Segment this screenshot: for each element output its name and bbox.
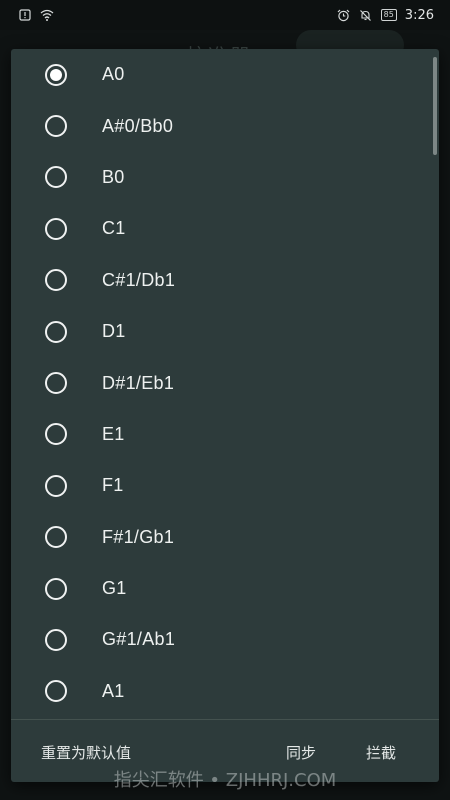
note-option-label: A#0/Bb0: [102, 115, 174, 136]
radio-unchecked-icon[interactable]: [45, 166, 67, 189]
alert-icon: [18, 8, 32, 22]
note-option[interactable]: C#1/Db1: [11, 255, 439, 306]
note-option-label: F1: [102, 475, 124, 496]
note-option[interactable]: A#0/Bb0: [11, 100, 439, 151]
radio-unchecked-icon[interactable]: [45, 526, 67, 549]
block-button[interactable]: 拦截: [366, 742, 396, 763]
radio-unchecked-icon[interactable]: [45, 115, 67, 138]
note-option[interactable]: D#1/Eb1: [11, 357, 439, 408]
note-option-label: G1: [102, 578, 127, 599]
wifi-icon: [40, 8, 54, 22]
note-option[interactable]: A0: [11, 49, 439, 100]
mute-icon: [359, 8, 373, 22]
note-option[interactable]: G#1/Ab1: [11, 614, 439, 665]
radio-unchecked-icon[interactable]: [45, 423, 67, 446]
note-option-label: G#1/Ab1: [102, 629, 176, 650]
note-option[interactable]: D1: [11, 306, 439, 357]
note-option-label: C#1/Db1: [102, 269, 176, 290]
watermark: 指尖汇软件 • ZJHHRJ.COM: [113, 770, 337, 791]
battery-icon: 85: [380, 9, 397, 21]
radio-unchecked-icon[interactable]: [45, 577, 67, 600]
status-bar: 85 3:26: [0, 0, 450, 30]
note-option-label: A0: [102, 64, 125, 85]
note-option-label: F#1/Gb1: [102, 526, 175, 547]
reset-default-button[interactable]: 重置为默认值: [41, 742, 131, 763]
note-option-label: E1: [102, 423, 125, 444]
clock: 3:26: [404, 7, 434, 23]
note-option-label: D#1/Eb1: [102, 372, 175, 393]
radio-unchecked-icon[interactable]: [45, 474, 67, 497]
note-option-label: B0: [102, 166, 125, 187]
note-option[interactable]: G1: [11, 563, 439, 614]
note-option[interactable]: F#1/Gb1: [11, 512, 439, 563]
note-option[interactable]: E1: [11, 409, 439, 460]
radio-unchecked-icon[interactable]: [45, 372, 67, 395]
note-option-list[interactable]: A0 A#0/Bb0 B0 C1 C#1/Db1 D1 D#1/Eb1 E1 F1 F#1/Gb1…: [11, 49, 439, 719]
radio-checked-icon[interactable]: [45, 63, 67, 86]
radio-unchecked-icon[interactable]: [45, 680, 67, 703]
radio-unchecked-icon[interactable]: [45, 269, 67, 292]
radio-unchecked-icon[interactable]: [45, 628, 67, 651]
note-option[interactable]: C1: [11, 203, 439, 254]
note-option-label: A1: [102, 680, 125, 701]
sync-button[interactable]: 同步: [286, 742, 316, 763]
note-option[interactable]: B0: [11, 152, 439, 203]
radio-unchecked-icon[interactable]: [45, 320, 67, 343]
alarm-icon: [337, 8, 351, 22]
note-option[interactable]: F1: [11, 460, 439, 511]
radio-unchecked-icon[interactable]: [45, 217, 67, 240]
note-picker-dialog: A0 A#0/Bb0 B0 C1 C#1/Db1 D1 D#1/Eb1 E1 F1 F#1/Gb1…: [11, 49, 439, 782]
note-option[interactable]: A1: [11, 666, 439, 717]
dialog-scrollbar[interactable]: [433, 57, 437, 155]
note-option-label: C1: [102, 218, 126, 239]
note-option-label: D1: [102, 321, 126, 342]
